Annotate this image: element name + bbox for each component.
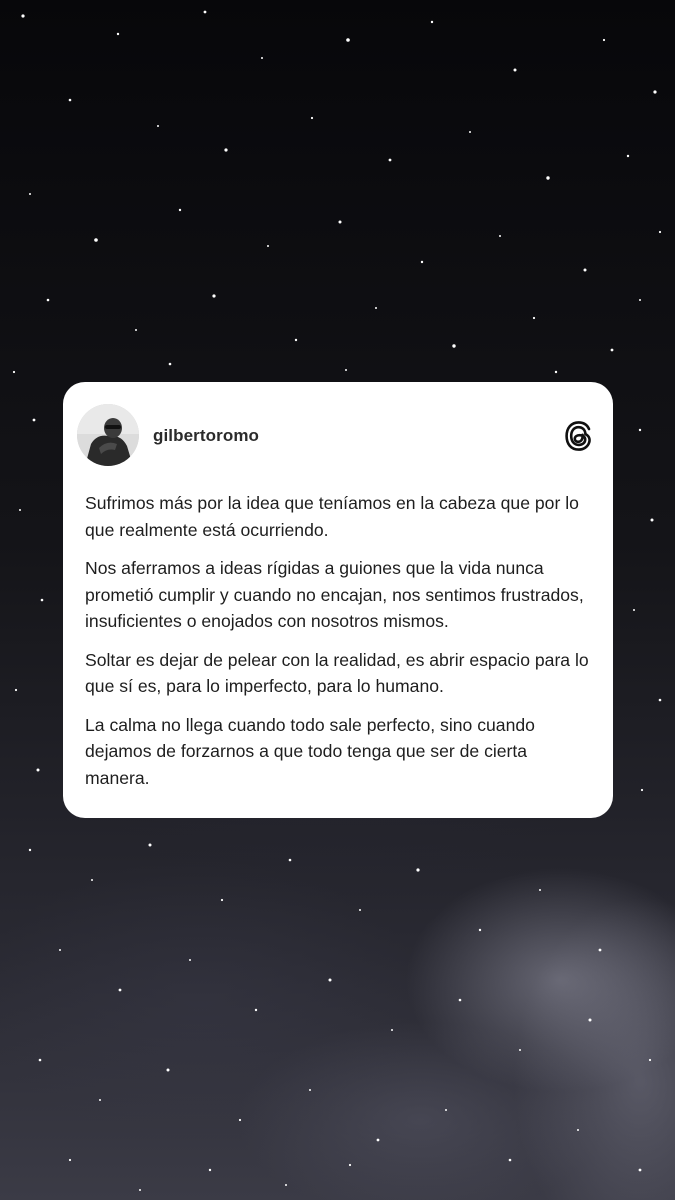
profile-photo bbox=[77, 404, 139, 466]
post-paragraph-2: Nos aferramos a ideas rígidas a guiones … bbox=[85, 558, 584, 631]
threads-post-card: gilbertoromo Sufrimos más por la idea qu… bbox=[63, 382, 613, 818]
post-header: gilbertoromo bbox=[77, 404, 599, 466]
post-body: Sufrimos más por la idea que teníamos en… bbox=[85, 490, 595, 803]
threads-logo-icon bbox=[565, 421, 591, 451]
post-paragraph-1: Sufrimos más por la idea que teníamos en… bbox=[85, 493, 579, 540]
post-paragraph-4: La calma no llega cuando todo sale perfe… bbox=[85, 714, 535, 788]
post-paragraph-3: Soltar es dejar de pelear con la realida… bbox=[85, 649, 589, 697]
username[interactable]: gilbertoromo bbox=[153, 426, 259, 446]
avatar[interactable] bbox=[77, 404, 139, 466]
